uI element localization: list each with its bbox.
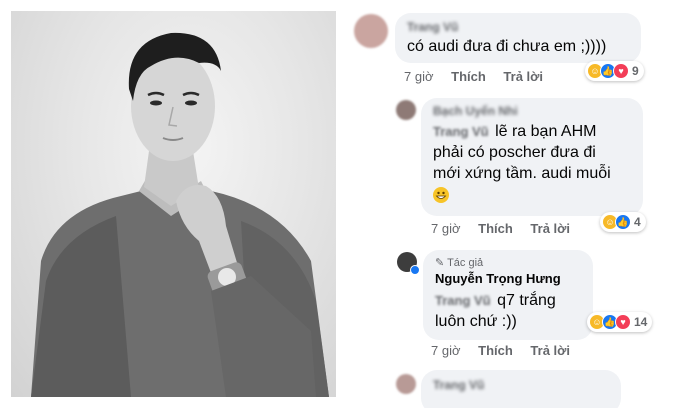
comment-bubble: Trang Vũ có audi đưa đi chưa em ;)))) <box>395 13 641 63</box>
commenter-name[interactable]: Trang Vũ <box>433 378 609 392</box>
comment-bubble: ✎ Tác giả Nguyễn Trọng Hưng Trang Vũ q7 … <box>423 250 593 340</box>
comment-actions: 7 giờ Thích Trả lời <box>404 69 557 84</box>
like-link[interactable]: Thích <box>478 221 513 236</box>
comment-time[interactable]: 7 giờ <box>431 343 461 358</box>
comment-actions: 7 giờ Thích Trả lời <box>431 221 584 236</box>
like-link[interactable]: Thích <box>451 69 486 84</box>
reply-link[interactable]: Trả lời <box>530 221 570 236</box>
avatar[interactable] <box>396 100 416 120</box>
author-badge: ✎ Tác giả <box>435 257 484 269</box>
like-link[interactable]: Thích <box>478 343 513 358</box>
comment-time[interactable]: 7 giờ <box>404 69 434 84</box>
pencil-icon: ✎ <box>435 257 445 269</box>
tagged-user[interactable]: Trang Vũ <box>433 124 489 139</box>
commenter-name[interactable]: Bạch Uyển Nhi <box>433 104 631 118</box>
comment-text: Trang Vũ q7 trắng luôn chứ :)) <box>435 292 556 330</box>
author-name[interactable]: Nguyễn Trọng Hưng <box>435 271 581 286</box>
love-icon: ♥ <box>613 63 629 79</box>
comment-bubble: Trang Vũ <box>421 370 621 408</box>
like-icon: 👍 <box>615 214 631 230</box>
avatar[interactable] <box>396 374 416 394</box>
reaction-count: 9 <box>632 64 639 78</box>
reaction-summary[interactable]: ☺ 👍 ♥ 14 <box>587 312 653 332</box>
comment-text: có audi đưa đi chưa em ;)))) <box>407 38 607 55</box>
tagged-user[interactable]: Trang Vũ <box>435 293 491 308</box>
portrait-image <box>31 32 329 397</box>
reaction-summary[interactable]: ☺ 👍 4 <box>600 212 646 232</box>
comment-actions: 7 giờ Thích Trả lời <box>431 343 584 358</box>
reaction-count: 14 <box>634 315 648 329</box>
profile-photo <box>11 11 336 397</box>
avatar[interactable] <box>354 14 388 48</box>
comment-bubble: Bạch Uyển Nhi Trang Vũ lẽ ra bạn AHM phả… <box>421 98 643 216</box>
comment-text: Trang Vũ lẽ ra bạn AHM phải có poscher đ… <box>433 121 631 205</box>
grinning-emoji <box>433 186 449 203</box>
reaction-count: 4 <box>634 215 641 229</box>
love-icon: ♥ <box>615 314 631 330</box>
commenter-name[interactable]: Trang Vũ <box>407 20 629 34</box>
reply-link[interactable]: Trả lời <box>530 343 570 358</box>
verified-check-icon <box>410 265 420 275</box>
reaction-summary[interactable]: ☺ 👍 ♥ 9 <box>585 61 644 81</box>
reply-link[interactable]: Trả lời <box>503 69 543 84</box>
comment-time[interactable]: 7 giờ <box>431 221 461 236</box>
